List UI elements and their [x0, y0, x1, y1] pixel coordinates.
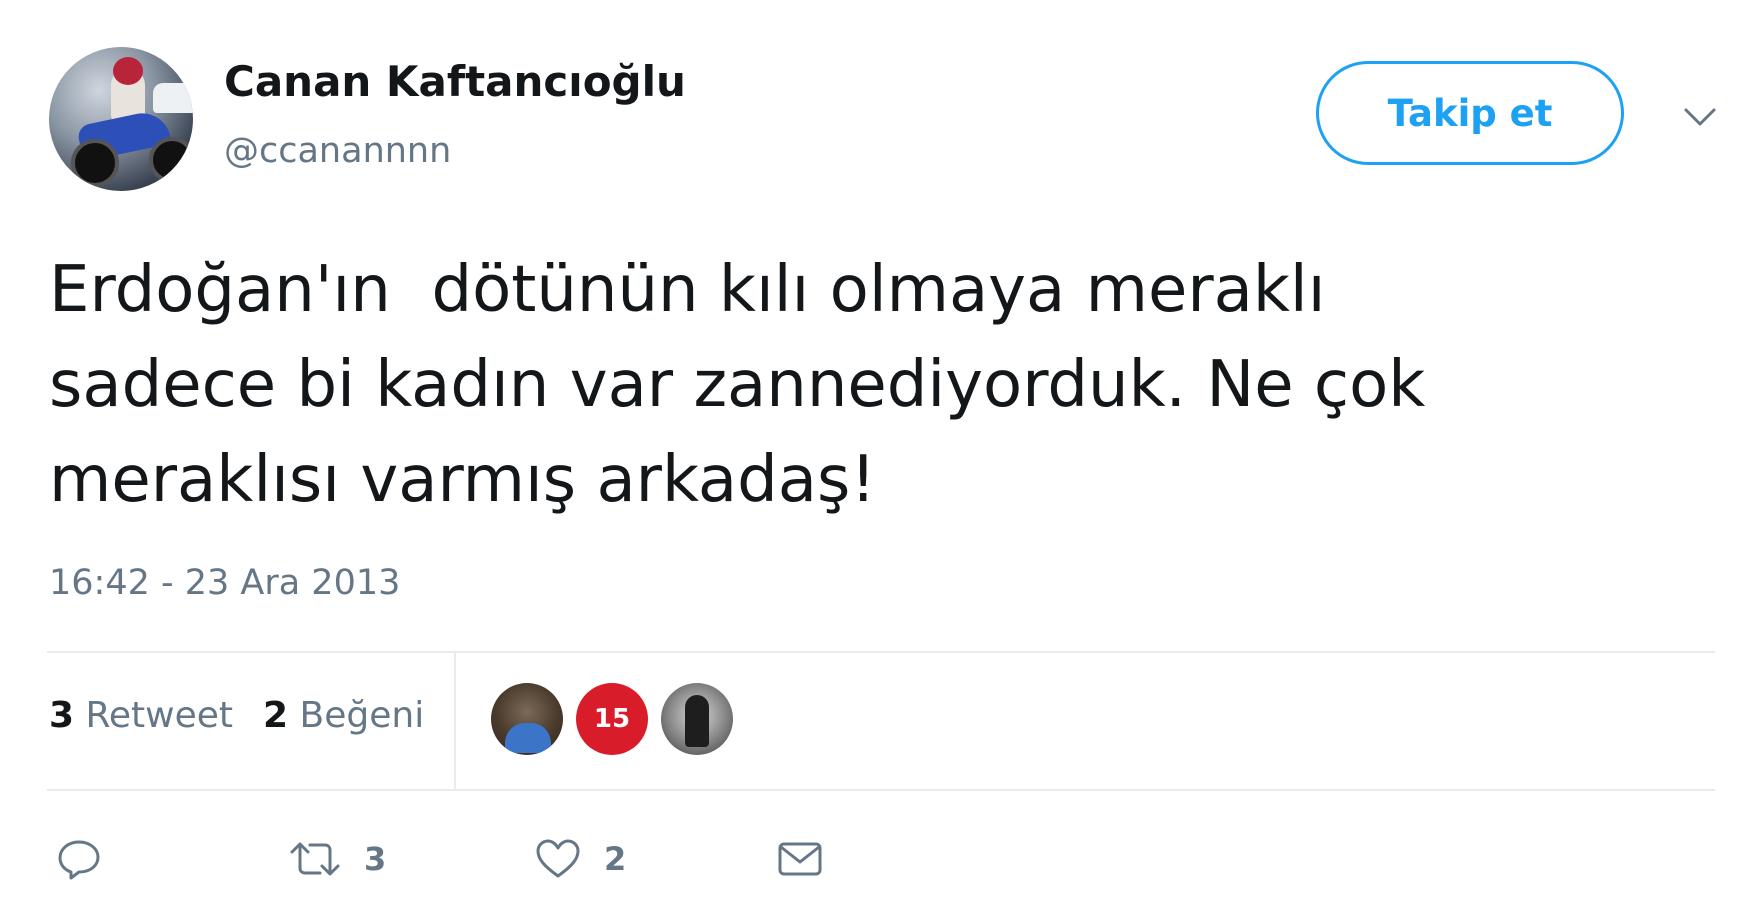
- direct-message-button[interactable]: [776, 838, 824, 880]
- tweet-card: Canan Kaftancıoğlu @ccanannnn Takip et E…: [0, 0, 1759, 907]
- like-stat-count: 2: [263, 695, 289, 736]
- liker-avatar[interactable]: [491, 683, 563, 755]
- liker-avatar-text: 15: [593, 704, 631, 734]
- avatar-car: [153, 83, 193, 113]
- liker-avatar[interactable]: 15: [576, 683, 648, 755]
- retweet-count: 3: [364, 840, 387, 878]
- avatar-helmet: [113, 57, 143, 85]
- tweet-stats: 3 Retweet 2 Beğeni: [49, 695, 424, 736]
- retweet-stat-label: Retweet: [85, 695, 234, 736]
- divider: [47, 789, 1715, 791]
- chevron-down-icon[interactable]: [1680, 102, 1720, 132]
- user-handle[interactable]: @ccanannnn: [224, 131, 451, 171]
- user-display-name[interactable]: Canan Kaftancıoğlu: [224, 57, 686, 106]
- divider: [454, 651, 456, 791]
- envelope-icon: [776, 838, 824, 880]
- like-stat[interactable]: 2 Beğeni: [263, 695, 424, 736]
- avatar-wheel: [149, 137, 193, 183]
- tweet-timestamp[interactable]: 16:42 - 23 Ara 2013: [49, 563, 400, 603]
- follow-button[interactable]: Takip et: [1316, 61, 1624, 165]
- avatar-wheel: [71, 139, 119, 187]
- like-button[interactable]: 2: [534, 838, 626, 880]
- retweet-stat[interactable]: 3 Retweet: [49, 695, 233, 736]
- divider: [47, 651, 1715, 653]
- retweet-icon: [288, 838, 342, 880]
- retweet-stat-count: 3: [49, 695, 75, 736]
- tweet-text: Erdoğan'ın dötünün kılı olmaya meraklı s…: [49, 253, 1426, 517]
- liker-avatars: 15: [491, 683, 733, 755]
- retweet-button[interactable]: 3: [288, 838, 386, 880]
- like-count: 2: [604, 840, 627, 878]
- reply-icon: [56, 838, 102, 880]
- like-stat-label: Beğeni: [299, 695, 425, 736]
- liker-avatar[interactable]: [661, 683, 733, 755]
- reply-button[interactable]: [56, 838, 102, 880]
- heart-icon: [534, 838, 582, 880]
- user-avatar[interactable]: [49, 47, 193, 191]
